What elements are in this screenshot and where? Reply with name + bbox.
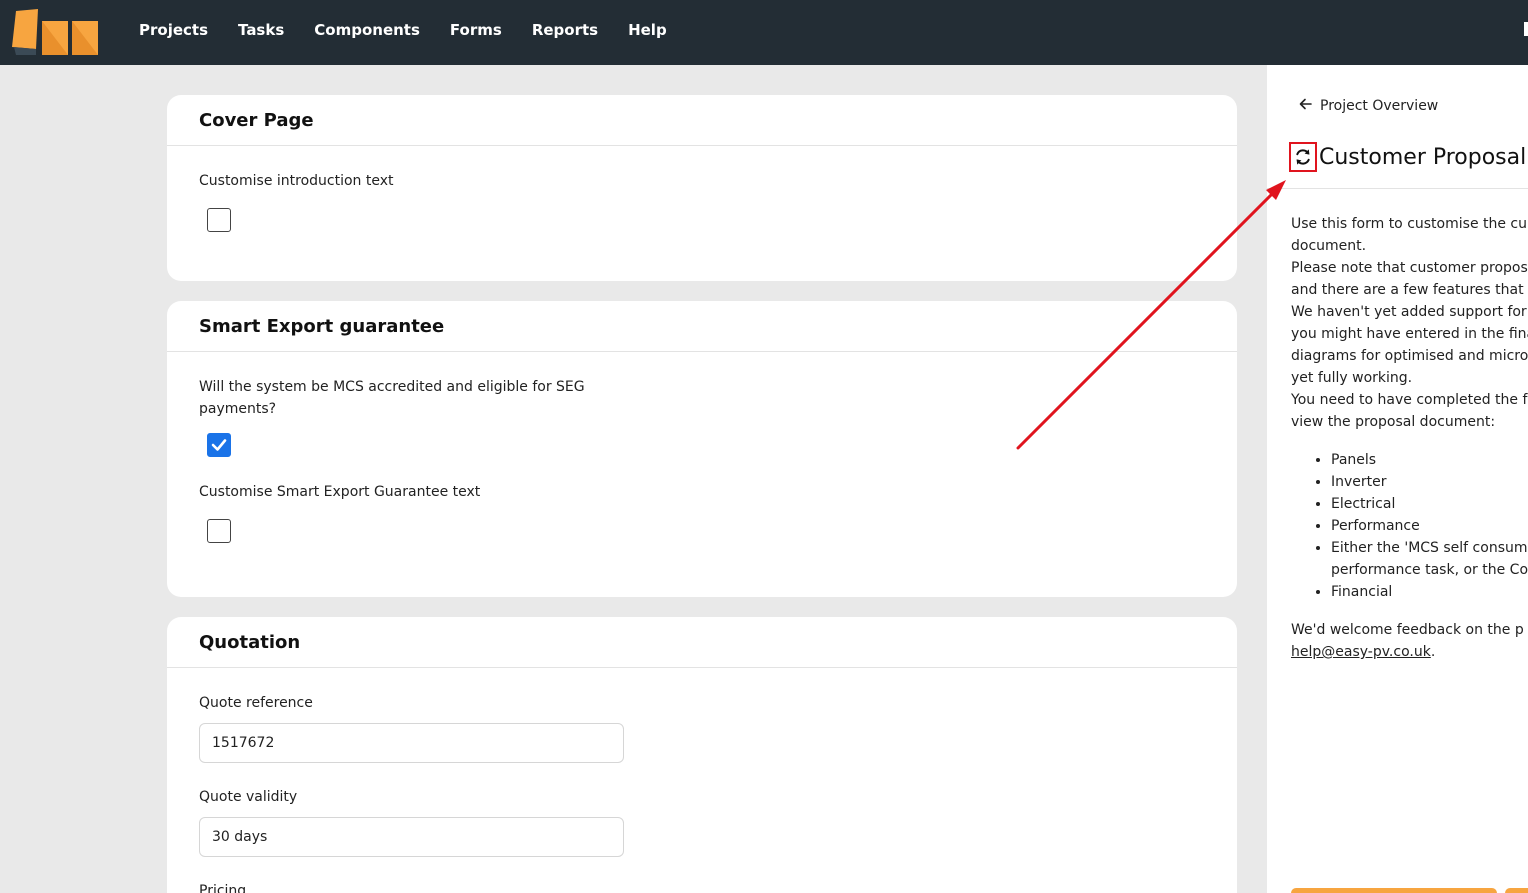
quote-reference-input[interactable]: 1517672 — [199, 723, 624, 763]
mcs-checkbox[interactable] — [207, 433, 231, 457]
side-secondary-button[interactable] — [1505, 888, 1528, 893]
check-icon — [211, 439, 227, 451]
list-item: Performance — [1331, 515, 1528, 537]
back-link-label: Project Overview — [1320, 98, 1439, 114]
side-text-line: and there are a few features that — [1291, 282, 1524, 298]
intro-text-checkbox[interactable] — [207, 208, 231, 232]
quotation-title: Quotation — [199, 631, 301, 653]
quote-validity-label: Quote validity — [199, 789, 298, 805]
quote-validity-input[interactable]: 30 days — [199, 817, 624, 857]
seg-text-label: Customise Smart Export Guarantee text — [199, 484, 481, 500]
side-description: Use this form to customise the cu docume… — [1291, 213, 1528, 663]
refresh-icon — [1296, 149, 1310, 165]
nav-components[interactable]: Components — [314, 21, 420, 39]
cover-page-card: Cover Page Customise introduction text — [167, 95, 1237, 281]
quote-reference-label: Quote reference — [199, 695, 313, 711]
mcs-label: Will the system be MCS accredited and el… — [199, 379, 585, 417]
side-title-row: Customer Proposal — [1289, 142, 1526, 172]
cover-page-title: Cover Page — [199, 109, 314, 131]
nav-help[interactable]: Help — [628, 21, 667, 39]
side-text-line: yet fully working. — [1291, 370, 1413, 386]
list-item: Inverter — [1331, 471, 1528, 493]
list-item: Financial — [1331, 581, 1528, 603]
feedback-email-row: help@easy-pv.co.uk. — [1291, 641, 1528, 663]
side-text-line: We haven't yet added support for — [1291, 304, 1527, 320]
help-email-link[interactable]: help@easy-pv.co.uk — [1291, 644, 1431, 660]
side-text-line: You need to have completed the f — [1291, 392, 1528, 408]
arrow-left-icon — [1299, 98, 1312, 114]
required-tasks-list: Panels Inverter Electrical Performance E… — [1331, 449, 1528, 603]
seg-title: Smart Export guarantee — [199, 315, 445, 337]
nav-tasks[interactable]: Tasks — [238, 21, 284, 39]
side-text-line: Use this form to customise the cu — [1291, 216, 1527, 232]
intro-text-label: Customise introduction text — [199, 173, 394, 189]
quotation-card: Quotation Quote reference 1517672 Quote … — [167, 617, 1237, 893]
nav-menu: Projects Tasks Components Forms Reports … — [139, 0, 697, 60]
side-text-line: view the proposal document: — [1291, 414, 1496, 430]
side-divider — [1267, 188, 1528, 189]
nav-forms[interactable]: Forms — [450, 21, 502, 39]
list-item: Panels — [1331, 449, 1528, 471]
list-item: Electrical — [1331, 493, 1528, 515]
list-item: Either the 'MCS self consum — [1331, 537, 1528, 559]
quotation-header: Quotation — [167, 617, 1237, 668]
easy-pv-logo[interactable] — [10, 9, 100, 57]
side-text-line: diagrams for optimised and micro — [1291, 348, 1528, 364]
nav-reports[interactable]: Reports — [532, 21, 598, 39]
email-suffix: . — [1430, 644, 1436, 660]
side-text-line: Please note that customer propos — [1291, 260, 1528, 276]
pricing-label: Pricing — [199, 883, 247, 893]
list-item-continued: performance task, or the Co — [1331, 562, 1528, 578]
nav-user-edge[interactable] — [1524, 22, 1528, 36]
refresh-button[interactable] — [1289, 142, 1317, 172]
seg-header: Smart Export guarantee — [167, 301, 1237, 352]
back-to-project-overview-link[interactable]: Project Overview — [1299, 98, 1438, 114]
top-nav: Projects Tasks Components Forms Reports … — [0, 0, 1528, 65]
seg-text-checkbox[interactable] — [207, 519, 231, 543]
side-text-line: you might have entered in the fina — [1291, 326, 1528, 342]
side-primary-button[interactable] — [1291, 888, 1497, 893]
seg-card: Smart Export guarantee Will the system b… — [167, 301, 1237, 597]
side-panel: Project Overview Customer Proposal Use t… — [1267, 65, 1528, 893]
side-title: Customer Proposal — [1319, 144, 1527, 170]
feedback-text: We'd welcome feedback on the p — [1291, 622, 1524, 638]
side-text-line: document. — [1291, 238, 1367, 254]
cover-page-header: Cover Page — [167, 95, 1237, 146]
nav-projects[interactable]: Projects — [139, 21, 208, 39]
